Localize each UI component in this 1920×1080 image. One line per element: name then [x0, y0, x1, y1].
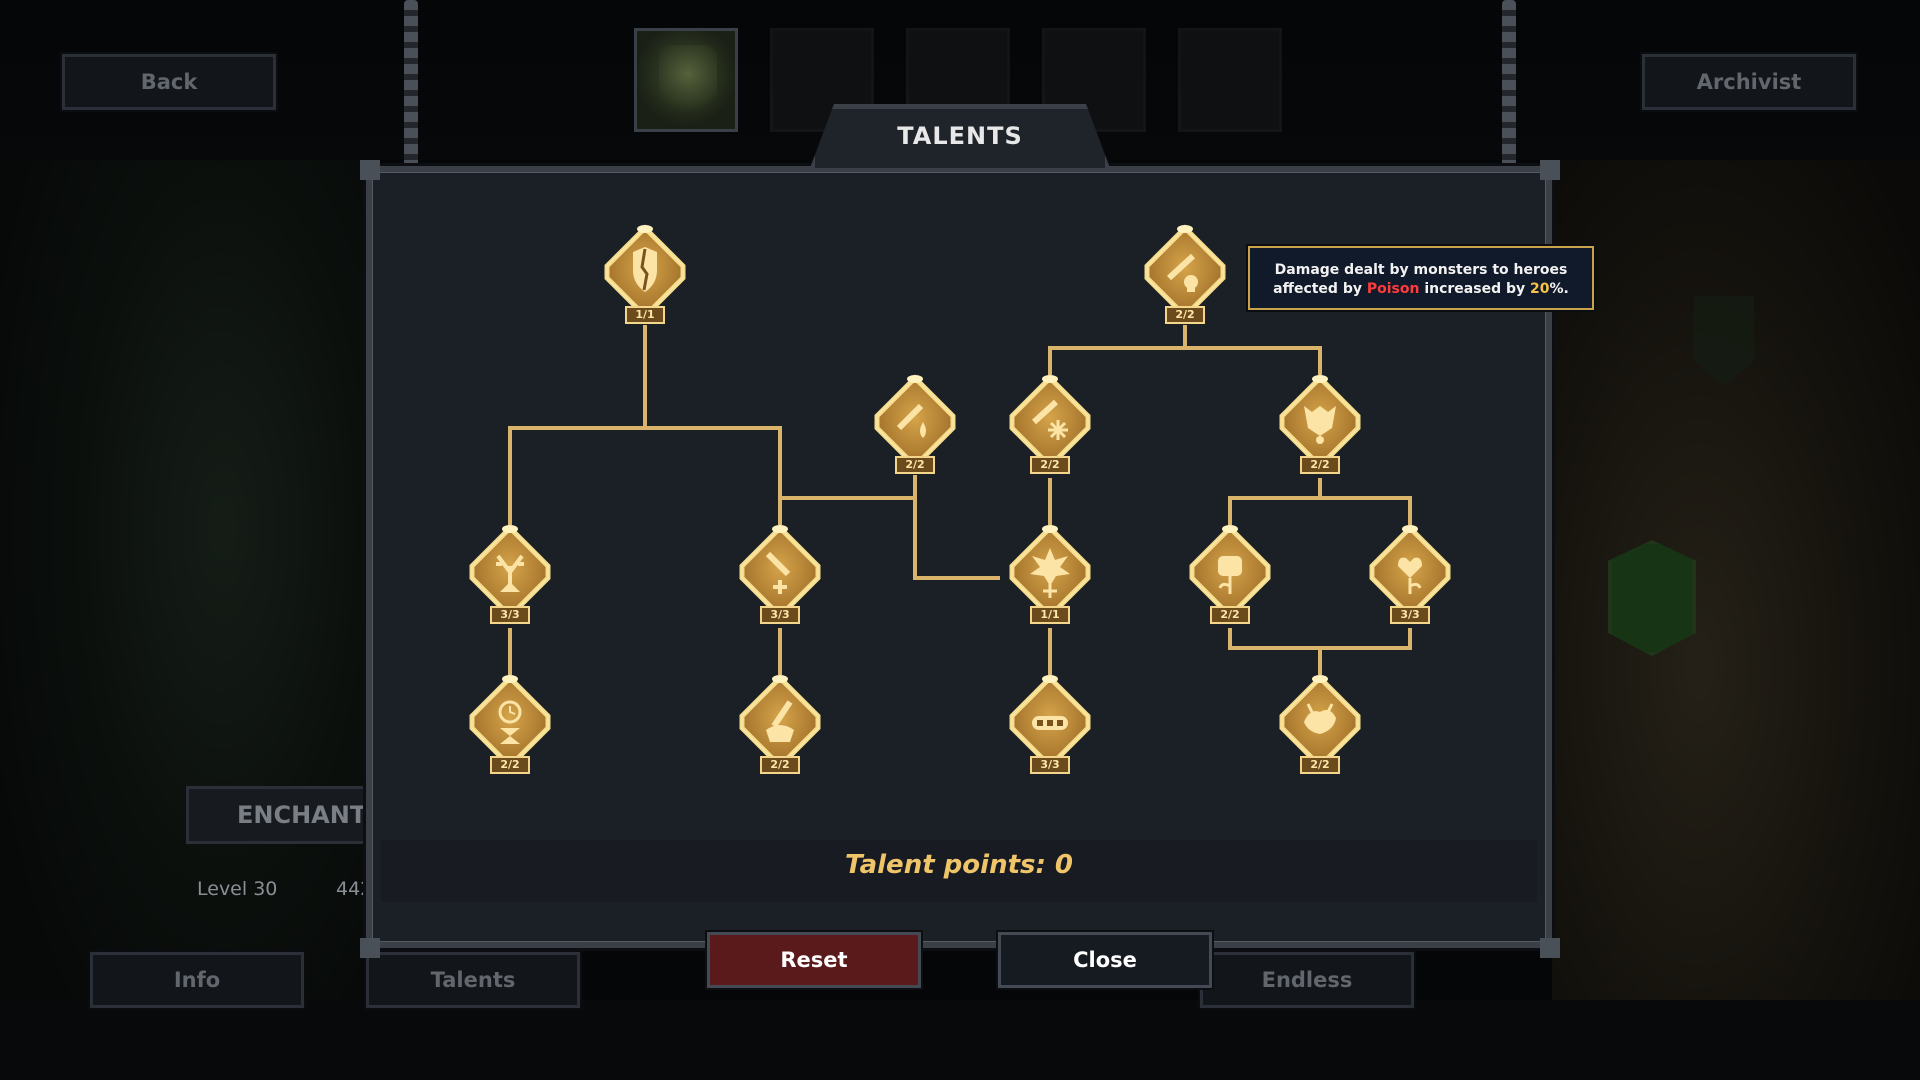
talent-rank: 1/1	[1030, 606, 1070, 624]
tooltip-keyword: Poison	[1366, 281, 1420, 297]
talent-node-frost-sword[interactable]: 2/2	[1000, 372, 1100, 482]
panel-corner	[360, 938, 380, 958]
talent-node-beast-head[interactable]: 2/2	[1270, 372, 1370, 482]
talent-rank: 2/2	[1030, 456, 1070, 474]
talent-node-sword-cross[interactable]: 3/3	[730, 522, 830, 632]
chain-left	[404, 0, 418, 168]
talent-rank: 1/1	[625, 306, 665, 324]
talent-node-bird-nest[interactable]: 2/2	[1270, 672, 1370, 782]
talent-rank: 2/2	[895, 456, 935, 474]
talent-node-flower-fist[interactable]: 2/2	[1180, 522, 1280, 632]
archivist-button[interactable]: Archivist	[1640, 52, 1858, 112]
talent-rank: 2/2	[1300, 756, 1340, 774]
talent-rank: 3/3	[760, 606, 800, 624]
endless-tab[interactable]: Endless	[1198, 950, 1416, 1010]
talent-node-flower-heart[interactable]: 3/3	[1360, 522, 1460, 632]
level-text: Level 30	[197, 878, 278, 900]
class-tab: ENCHANT	[186, 786, 366, 844]
class-label: ENCHANT	[237, 801, 367, 829]
tooltip-text: %.	[1549, 281, 1569, 297]
tooltip-line-1: Damage dealt by monsters to heroes	[1274, 262, 1568, 278]
tooltip-text: increased by	[1419, 281, 1530, 297]
talent-node-sword-fountain[interactable]: 2/2	[730, 672, 830, 782]
talent-rank: 2/2	[1300, 456, 1340, 474]
talent-rank: 3/3	[1030, 756, 1070, 774]
panel-corner	[1540, 938, 1560, 958]
panel-title: TALENTS	[897, 122, 1023, 150]
reset-button[interactable]: Reset	[705, 930, 923, 990]
close-button[interactable]: Close	[996, 930, 1214, 990]
tooltip-value: 20	[1529, 281, 1550, 297]
panel-corner	[1540, 160, 1560, 180]
talent-node-frost-burst[interactable]: 1/1	[1000, 522, 1100, 632]
hero-face-icon	[659, 45, 717, 117]
hero-portrait[interactable]	[1178, 28, 1282, 132]
talent-rank: 2/2	[490, 756, 530, 774]
panel-corner	[360, 160, 380, 180]
talent-rank: 3/3	[1390, 606, 1430, 624]
tooltip-text: affected by	[1273, 281, 1367, 297]
talent-node-chain-link[interactable]: 3/3	[1000, 672, 1100, 782]
info-tab[interactable]: Info	[88, 950, 306, 1010]
talent-node-clock-hourglass[interactable]: 2/2	[460, 672, 560, 782]
talent-rank: 2/2	[1165, 306, 1205, 324]
back-button[interactable]: Back	[60, 52, 278, 112]
chain-right	[1502, 0, 1516, 168]
talent-tooltip: Damage dealt by monsters to heroes affec…	[1246, 244, 1596, 312]
talent-rank: 2/2	[1210, 606, 1250, 624]
tooltip-line-2: affected by Poison increased by 20%.	[1250, 280, 1592, 299]
talent-rank: 2/2	[760, 756, 800, 774]
hero-portrait-selected[interactable]	[634, 28, 738, 132]
talent-node-blood-drop[interactable]: 2/2	[865, 372, 965, 482]
talents-tab[interactable]: Talents	[364, 950, 582, 1010]
talent-node-poison-skull[interactable]: 2/2	[1135, 222, 1235, 332]
talent-node-shield[interactable]: 1/1	[595, 222, 695, 332]
talent-points-text: Talent points: 0	[844, 850, 1074, 880]
talent-node-antler-trap[interactable]: 3/3	[460, 522, 560, 632]
talent-rank: 3/3	[490, 606, 530, 624]
